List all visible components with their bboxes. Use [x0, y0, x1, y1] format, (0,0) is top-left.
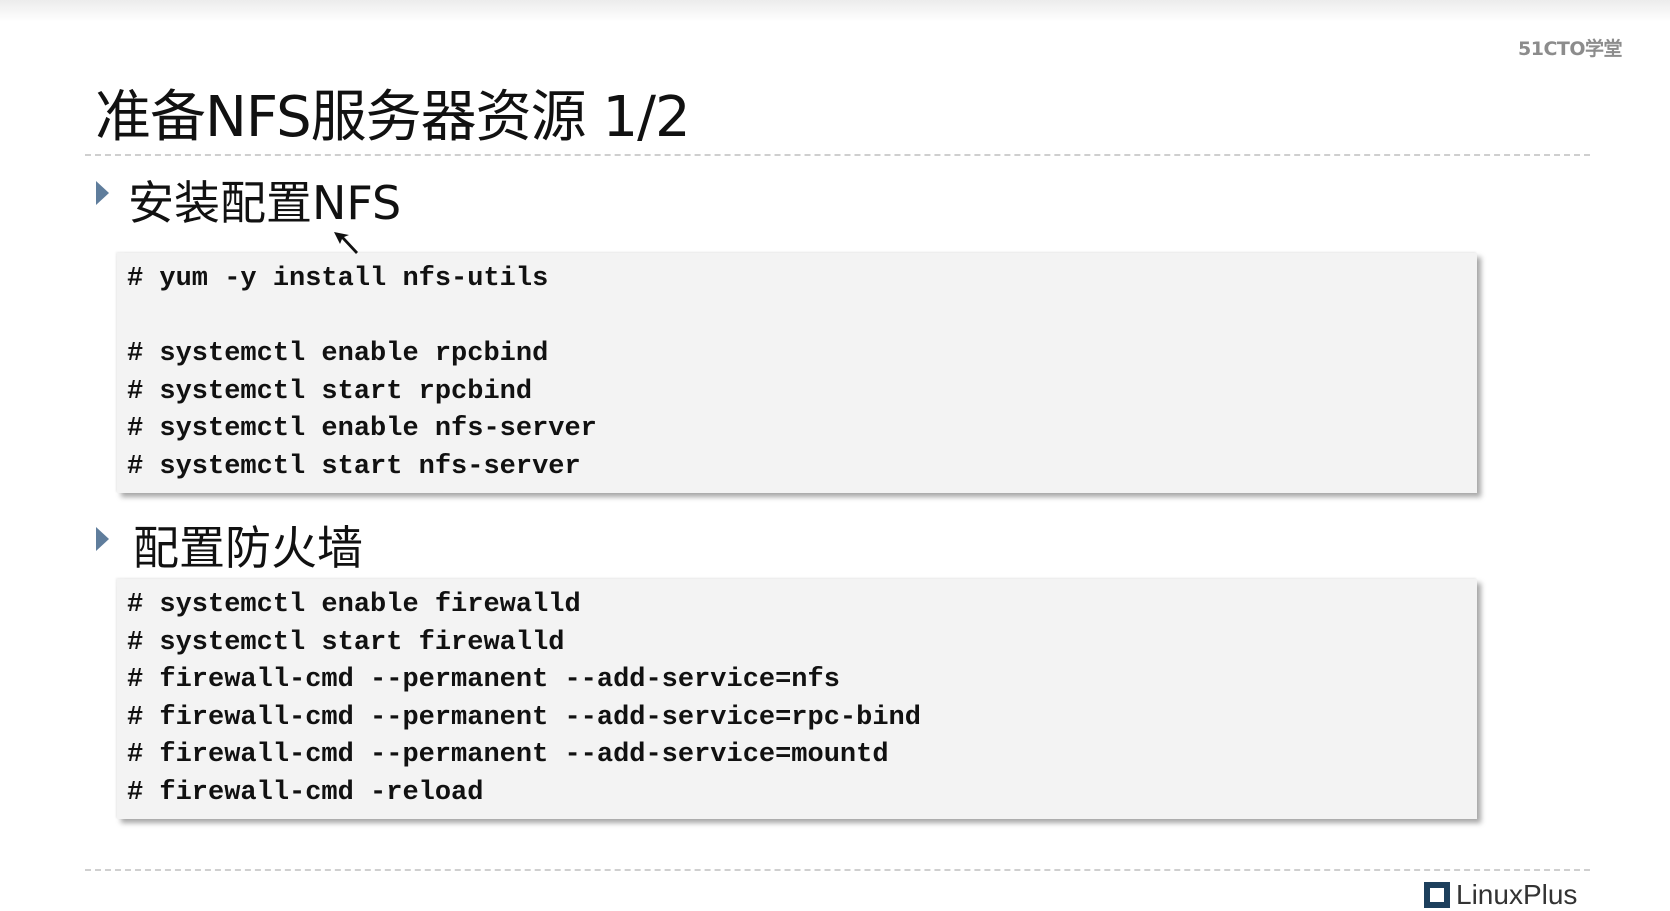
code-block-firewall: # systemctl enable firewalld # systemctl…: [117, 579, 1477, 819]
code-line: # firewall-cmd --permanent --add-service…: [127, 702, 921, 733]
code-line: # firewall-cmd --permanent --add-service…: [127, 665, 840, 696]
linuxplus-logo-icon: [1424, 882, 1450, 908]
logo-text: LinuxPlus: [1456, 879, 1578, 910]
footer-divider: [85, 869, 1590, 871]
code-line: # systemctl start firewalld: [127, 627, 565, 658]
code-line: # systemctl enable rpcbind: [127, 339, 549, 370]
code-line: # systemctl enable firewalld: [127, 590, 581, 620]
code-line: # systemctl start nfs-server: [127, 451, 581, 482]
code-line: # firewall-cmd -reload: [127, 777, 484, 808]
slide-title: 准备NFS服务器资源 1/2: [95, 85, 691, 150]
code-line: # systemctl enable nfs-server: [127, 414, 597, 445]
triangle-right-icon: [96, 527, 109, 551]
top-fade: [0, 0, 1670, 22]
watermark-51cto: 51CTO学堂: [1518, 38, 1623, 60]
mouse-pointer-icon: [334, 232, 358, 254]
code-block-install: # yum -y install nfs-utils # systemctl e…: [117, 253, 1477, 493]
code-line: # yum -y install nfs-utils: [127, 264, 549, 294]
section-heading-install: 安装配置NFS: [128, 176, 402, 230]
triangle-right-icon: [96, 181, 109, 205]
code-line: # firewall-cmd --permanent --add-service…: [127, 740, 889, 771]
linuxplus-logo: LinuxPlus: [1424, 879, 1577, 911]
title-divider: [85, 154, 1590, 156]
section-heading-firewall: 配置防火墙: [133, 521, 363, 575]
code-line: # systemctl start rpcbind: [127, 376, 533, 407]
